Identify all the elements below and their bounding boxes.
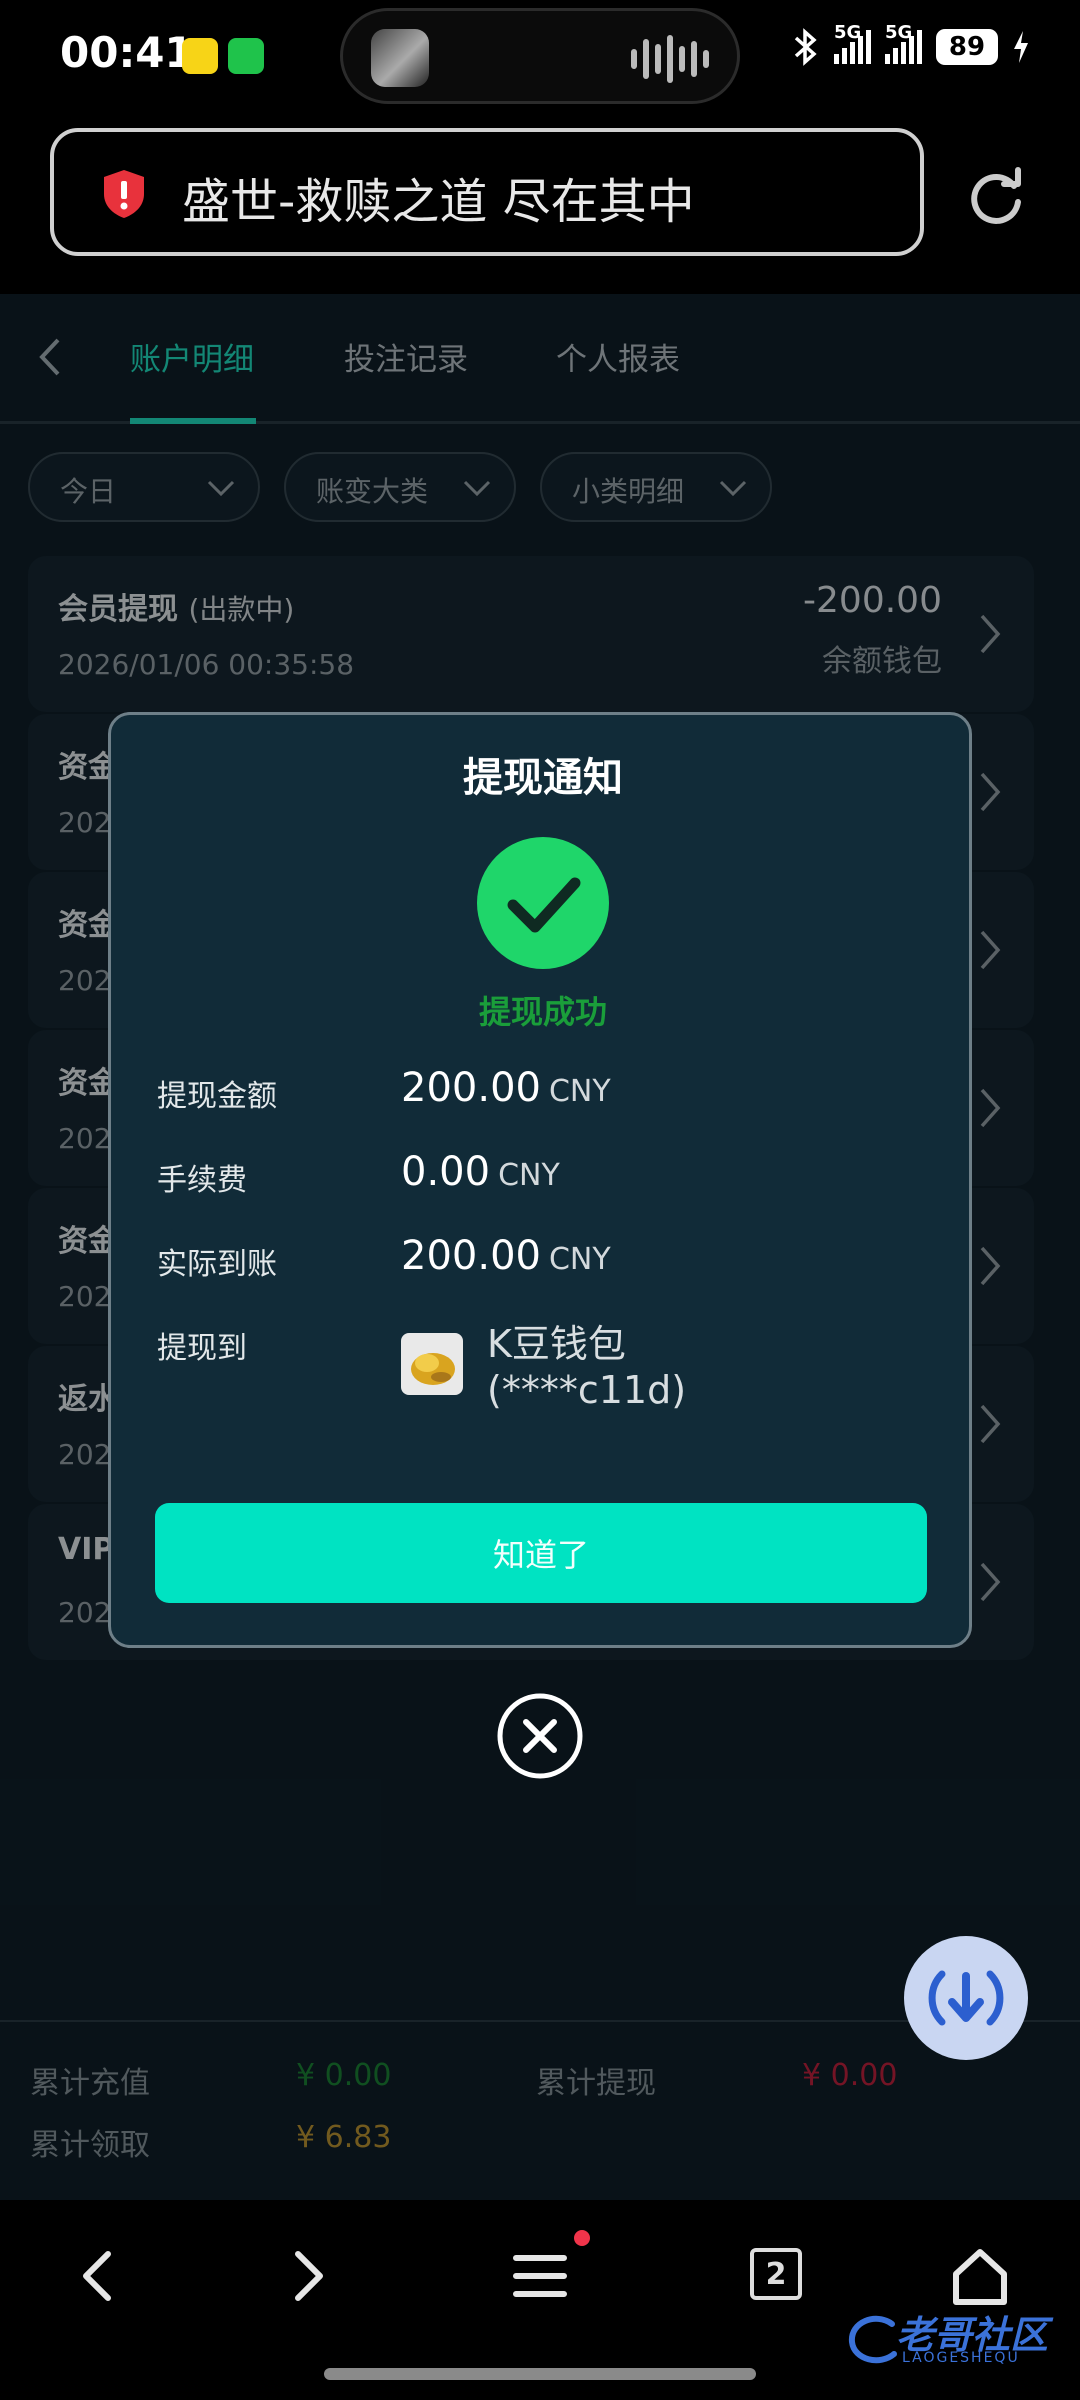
- withdraw-to-label: 提现到: [157, 1331, 247, 1366]
- status-time: 00:41: [60, 28, 194, 77]
- wechat-icon: [228, 38, 264, 74]
- charging-icon: [1014, 31, 1028, 63]
- download-icon: [928, 1970, 1004, 2026]
- status-indicators: 5G 5G 89: [792, 22, 1030, 66]
- actual-currency: CNY: [548, 1242, 611, 1277]
- dynamic-island[interactable]: [340, 8, 740, 104]
- site-watermark: 老哥社区 LAOGESHEQU: [842, 2300, 1074, 2380]
- watermark-subtext: LAOGESHEQU: [902, 2350, 1020, 2366]
- menu-icon[interactable]: [508, 2244, 572, 2308]
- signal-2: 5G: [885, 22, 922, 64]
- amount-value: 200.00 CNY: [401, 1065, 611, 1111]
- bluetooth-icon: [794, 28, 817, 66]
- success-check-icon: [477, 837, 609, 969]
- nav-forward-icon[interactable]: [274, 2244, 338, 2308]
- browser-address-area: 盛世-救赎之道 尽在其中: [0, 112, 1080, 294]
- wallet-name: K豆钱包 (****c11d): [487, 1321, 686, 1413]
- close-icon[interactable]: [496, 1692, 584, 1780]
- amount-number: 200.00: [401, 1065, 541, 1111]
- home-icon[interactable]: [948, 2244, 1012, 2308]
- app-notification-icon: [182, 38, 218, 74]
- notification-dot: [574, 2230, 590, 2246]
- address-bar[interactable]: 盛世-救赎之道 尽在其中: [50, 128, 924, 256]
- dialog-title: 提现通知: [463, 755, 623, 801]
- network-type-2: 5G: [885, 22, 913, 43]
- actual-number: 200.00: [401, 1233, 541, 1279]
- media-thumbnail: [371, 29, 429, 87]
- status-bar: 00:41 5G 5G 89: [0, 0, 1080, 112]
- withdrawal-notice-dialog: 提现通知 提现成功 提现金额 200.00 CNY 手续费 0.00 CNY 实际到…: [108, 712, 972, 1648]
- gesture-home-bar[interactable]: [324, 2368, 756, 2380]
- wallet-account: (****c11d): [487, 1368, 687, 1412]
- page-title-url[interactable]: 盛世-救赎之道 尽在其中: [182, 162, 695, 232]
- wallet-title: K豆钱包: [487, 1322, 626, 1366]
- battery-level: 89: [936, 29, 998, 65]
- network-type-1: 5G: [834, 22, 862, 43]
- signal-1: 5G: [834, 22, 871, 64]
- wallet-logo-icon: [401, 1333, 463, 1395]
- download-float-button[interactable]: [904, 1936, 1028, 2060]
- reload-icon[interactable]: [964, 164, 1028, 228]
- acknowledge-button[interactable]: 知道了: [155, 1503, 927, 1603]
- amount-label: 提现金额: [157, 1079, 277, 1114]
- success-message: 提现成功: [478, 993, 607, 1031]
- fee-currency: CNY: [498, 1158, 560, 1193]
- nav-back-icon[interactable]: [68, 2244, 132, 2308]
- fee-number: 0.00: [401, 1149, 491, 1195]
- fee-label: 手续费: [157, 1163, 247, 1198]
- amount-currency: CNY: [548, 1074, 611, 1109]
- tabs-button[interactable]: 2: [750, 2248, 802, 2300]
- security-warning-icon[interactable]: [100, 168, 148, 220]
- fee-value: 0.00 CNY: [401, 1149, 560, 1195]
- audio-wave-icon: [631, 33, 709, 85]
- dragon-logo-icon: [848, 2315, 897, 2364]
- actual-label: 实际到账: [157, 1247, 277, 1282]
- actual-value: 200.00 CNY: [401, 1233, 611, 1279]
- browser-toolbar: 2 老哥社区 LAOGESHEQU: [0, 2200, 1080, 2400]
